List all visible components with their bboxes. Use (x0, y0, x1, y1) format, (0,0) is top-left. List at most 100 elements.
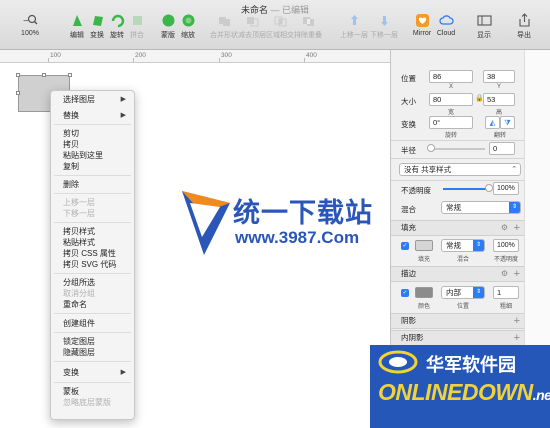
ruler-tick-label: 100 (50, 52, 61, 59)
menu-separator (54, 313, 131, 314)
backward-label: 下移一层 (370, 32, 398, 39)
height-field[interactable]: 53 (483, 93, 515, 106)
backward-icon (380, 16, 388, 26)
svg-text:−: − (23, 16, 29, 27)
cloud-button[interactable]: Cloud (428, 13, 464, 37)
border-color-swatch[interactable] (415, 287, 433, 298)
radius-slider[interactable] (429, 148, 485, 150)
opacity-slider[interactable] (443, 188, 489, 190)
chevron-updown-icon: ⇕ (473, 287, 484, 298)
zoom-control[interactable]: − 100% (12, 13, 48, 37)
border-position-value: 内部 (446, 288, 461, 297)
menu-item-hide-layer[interactable]: 隐藏图层 (63, 348, 128, 358)
menu-item-ignore-mask[interactable]: 忽略底层蒙版 (63, 398, 128, 408)
canvas[interactable]: 统一下载站 www.3987.Com 选择图层 ▶ 替换 ▶ 剪切 拷贝 粘贴到这里… (0, 63, 390, 428)
difference-label: 排除重叠 (294, 32, 322, 39)
menu-item-cut[interactable]: 剪切 (63, 129, 128, 139)
menu-item-duplicate[interactable]: 复制 (63, 162, 128, 172)
menu-item-copy-style[interactable]: 拷贝样式 (63, 227, 128, 237)
brand-tld: .net (532, 387, 550, 403)
brand-name-text: ONLINEDOWN (378, 379, 533, 405)
y-field[interactable]: 38 (483, 70, 515, 83)
radius-field[interactable]: 0 (489, 142, 515, 155)
border-width-caption: 粗细 (499, 304, 512, 310)
horizontal-ruler[interactable]: 100 200 300 400 (0, 50, 390, 63)
flatten-label: 拼合 (130, 32, 144, 39)
gear-icon[interactable]: ⚙ (501, 221, 508, 235)
union-icon (218, 17, 230, 26)
menu-item-transform[interactable]: 变换 ▶ (63, 368, 128, 378)
menu-item-delete[interactable]: 删除 (63, 180, 128, 190)
fill-color-swatch[interactable] (415, 240, 433, 251)
shared-style-value: 没有 共享样式 (404, 165, 452, 174)
submenu-arrow-icon: ▶ (120, 369, 126, 376)
menu-item-replace[interactable]: 替换 ▶ (63, 111, 128, 121)
view-label: 显示 (477, 32, 491, 39)
flip-caption: 翻转 (493, 133, 506, 139)
menu-label: 替换 (63, 111, 79, 120)
fill-opacity-field[interactable]: 100% (493, 239, 519, 252)
border-position-select[interactable]: 内部 ⇕ (441, 286, 485, 299)
watermark-url: www.3987.Com (235, 228, 360, 247)
ruler-tick (133, 58, 134, 62)
menu-item-ungroup[interactable]: 取消分组 (63, 289, 128, 299)
menu-item-copy[interactable]: 拷贝 (63, 140, 128, 150)
resize-handle[interactable] (16, 91, 20, 95)
menu-item-paste-here[interactable]: 粘贴到这里 (63, 151, 128, 161)
border-enabled-checkbox[interactable]: ✓ (401, 289, 409, 297)
shadow-section-header[interactable]: 阴影 + (391, 313, 524, 329)
menu-item-copy-svg[interactable]: 拷贝 SVG 代码 (63, 260, 128, 270)
export-button[interactable]: 导出 (506, 13, 542, 40)
add-border-icon[interactable]: + (514, 267, 520, 281)
opacity-slider-knob[interactable] (485, 184, 493, 192)
scale-button[interactable]: 缩放 (170, 13, 206, 40)
submenu-arrow-icon: ▶ (120, 96, 126, 103)
inner-shadow-section-header[interactable]: 内阴影 + (391, 330, 524, 346)
x-caption: X (448, 84, 453, 90)
gear-icon[interactable]: ⚙ (501, 267, 508, 281)
menu-item-paste-style[interactable]: 粘贴样式 (63, 238, 128, 248)
flip-horizontal-icon[interactable]: ◭ (485, 116, 500, 129)
blend-mode-select[interactable]: 常规 ⇕ (441, 201, 521, 214)
transform-label: 变换 (401, 120, 416, 129)
border-width-field[interactable]: 1 (493, 286, 519, 299)
menu-item-send-backward[interactable]: 下移一层 (63, 209, 128, 219)
resize-handle[interactable] (42, 73, 46, 77)
subtract-icon (246, 17, 258, 27)
resize-handle[interactable] (68, 73, 72, 77)
ruler-tick-label: 200 (135, 52, 146, 59)
menu-item-rename[interactable]: 重命名 (63, 300, 128, 310)
size-label: 大小 (401, 97, 416, 106)
radius-slider-knob[interactable] (427, 144, 435, 152)
menu-item-bring-forward[interactable]: 上移一层 (63, 198, 128, 208)
difference-button[interactable]: 排除重叠 (290, 13, 326, 40)
resize-handle[interactable] (16, 73, 20, 77)
fill-section-header[interactable]: 填充 ⚙ + (391, 220, 524, 236)
menu-separator (54, 361, 131, 362)
menu-item-select-layer[interactable]: 选择图层 ▶ (63, 95, 128, 105)
view-button[interactable]: 显示 (466, 13, 502, 40)
opacity-field[interactable]: 100% (493, 182, 519, 195)
rotation-field[interactable]: 0° (429, 116, 473, 129)
menu-item-copy-css[interactable]: 拷贝 CSS 属性 (63, 249, 128, 259)
shared-style-select[interactable]: 没有 共享样式 ⌃ (399, 163, 521, 176)
flip-vertical-icon[interactable]: ⧩ (500, 116, 515, 129)
x-field[interactable]: 86 (429, 70, 473, 83)
fill-blend-select[interactable]: 常规 ⇕ (441, 239, 485, 252)
menu-item-create-symbol[interactable]: 创建组件 (63, 319, 128, 329)
width-field[interactable]: 80 (429, 93, 473, 106)
export-icon (518, 13, 530, 27)
add-inner-shadow-icon[interactable]: + (514, 331, 520, 345)
menu-separator (54, 175, 131, 176)
menu-item-mask[interactable]: 蒙板 (63, 387, 128, 397)
add-shadow-icon[interactable]: + (514, 314, 520, 328)
menu-item-group[interactable]: 分组所选 (63, 278, 128, 288)
border-section-header[interactable]: 描边 ⚙ + (391, 266, 524, 282)
send-backward-button[interactable]: 下移一层 (366, 13, 402, 40)
fill-enabled-checkbox[interactable]: ✓ (401, 242, 409, 250)
zoom-icon: − (23, 14, 37, 27)
fill-color-caption: 填充 (417, 257, 430, 263)
menu-item-lock-layer[interactable]: 锁定图层 (63, 337, 128, 347)
border-section-title: 描边 (401, 269, 416, 278)
add-fill-icon[interactable]: + (514, 221, 520, 235)
